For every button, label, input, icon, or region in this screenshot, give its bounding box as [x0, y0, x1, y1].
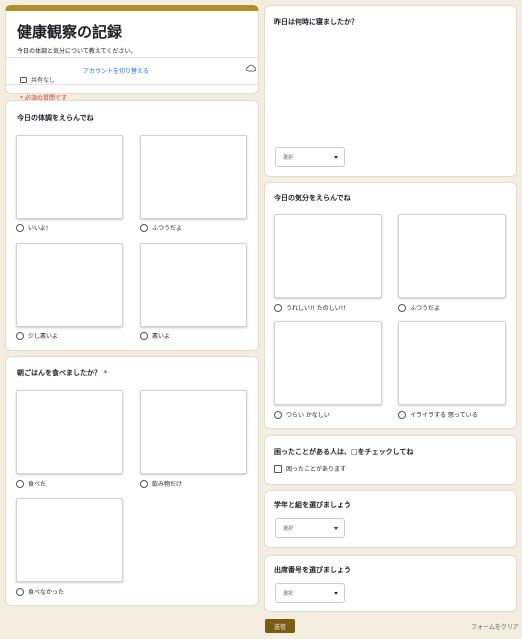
question-label: 昨日は何時に寝ましたか？ [274, 18, 358, 26]
radio-button[interactable] [398, 303, 406, 312]
option-label: 飲み物だけ [152, 481, 183, 488]
question-label: 今日の気分をえらんでね [274, 194, 351, 202]
option-image-sad[interactable] [274, 321, 382, 405]
question-label: 学年と組を選びましょう [274, 501, 351, 509]
question-label: 朝ごはんを食べましたか？ * [17, 368, 107, 378]
radio-button[interactable] [16, 587, 24, 596]
question-label: 困ったことがある人は、□をチェックしてね [274, 448, 414, 456]
radio-button[interactable] [16, 479, 24, 488]
option-image-normal[interactable] [140, 135, 247, 219]
option-label: 食べなかった [28, 589, 65, 596]
grade-select[interactable]: 選択 [275, 518, 345, 538]
radio-button[interactable] [398, 410, 406, 419]
option-bad[interactable]: 悪いよ [140, 331, 170, 340]
switch-account-link[interactable]: アカウントを切り替える [83, 66, 149, 75]
question-label: 出席番号を選びましょう [274, 566, 351, 574]
chevron-down-icon [334, 591, 338, 595]
not-shared-label: 共有なし [31, 77, 56, 84]
option-image-drink-only[interactable] [140, 390, 247, 474]
option-sad[interactable]: つらい かなしい [274, 410, 330, 419]
option-normal[interactable]: ふつうだよ [140, 223, 182, 232]
question-trouble: 困ったことがある人は、□をチェックしてね 困ったことがあります [264, 435, 517, 485]
radio-button[interactable] [140, 479, 148, 488]
option-image-slightly-bad[interactable] [16, 243, 123, 327]
question-mood: 今日の気分をえらんでね うれしい!! たのしい!! ふつうだよ つらい かなしい… [264, 182, 517, 429]
option-image-angry[interactable] [398, 321, 506, 405]
option-angry[interactable]: イライラする 怒っている [398, 410, 478, 419]
radio-button[interactable] [274, 410, 282, 419]
option-label: 困ったことがあります [286, 466, 347, 473]
question-label-text: 朝ごはんを食べましたか？ [17, 369, 101, 377]
clear-form-link[interactable]: フォームをクリア [471, 622, 519, 631]
form-title: 健康観察の記録 [17, 23, 123, 41]
question-bedtime: 昨日は何時に寝ましたか？ 選択 [264, 5, 517, 177]
select-value: 選択 [283, 154, 294, 161]
cloud-icon [246, 64, 256, 72]
option-happy[interactable]: うれしい!! たのしい!! [274, 303, 346, 312]
option-ate[interactable]: 食べた [16, 479, 46, 488]
form-description: 今日の体調と気分について教えてください。 [17, 48, 137, 55]
option-label: 食べた [28, 481, 47, 488]
question-condition: 今日の体調をえらんでね いいよ! ふつうだよ 少し悪いよ 悪いよ [5, 100, 259, 351]
option-did-not-eat[interactable]: 食べなかった [16, 587, 64, 596]
number-select[interactable]: 選択 [275, 583, 345, 603]
option-good[interactable]: いいよ! [16, 223, 48, 232]
question-number: 出席番号を選びましょう 選択 [264, 555, 517, 612]
option-normal[interactable]: ふつうだよ [398, 303, 440, 312]
chevron-down-icon [334, 155, 338, 159]
option-image-did-not-eat[interactable] [16, 498, 123, 582]
option-image-ate[interactable] [16, 390, 123, 474]
option-label: イライラする 怒っている [410, 412, 478, 419]
option-has-trouble[interactable]: 困ったことがあります [274, 464, 346, 473]
option-image-normal[interactable] [398, 214, 506, 298]
question-label: 今日の体調をえらんでね [17, 114, 94, 122]
question-breakfast: 朝ごはんを食べましたか？ * 食べた 飲み物だけ 食べなかった [5, 356, 259, 606]
select-value: 選択 [283, 525, 294, 532]
not-shared-icon [20, 76, 27, 83]
radio-button[interactable] [16, 223, 24, 232]
bedtime-select[interactable]: 選択 [275, 147, 345, 167]
option-label: いいよ! [28, 225, 49, 232]
share-status: 共有なし [20, 75, 55, 84]
option-drink-only[interactable]: 飲み物だけ [140, 479, 182, 488]
divider [6, 84, 258, 85]
radio-button[interactable] [274, 303, 282, 312]
option-image-good[interactable] [16, 135, 123, 219]
option-label: うれしい!! たのしい!! [286, 305, 346, 312]
radio-button[interactable] [16, 331, 24, 340]
divider [6, 57, 258, 58]
submit-button[interactable]: 送信 [265, 619, 295, 633]
required-mark: * [103, 369, 108, 377]
chevron-down-icon [334, 526, 338, 530]
question-grade: 学年と組を選びましょう 選択 [264, 490, 517, 548]
option-label: 悪いよ [152, 333, 170, 340]
option-label: ふつうだよ [152, 225, 183, 232]
radio-button[interactable] [140, 331, 148, 340]
option-label: つらい かなしい [286, 412, 330, 419]
option-slightly-bad[interactable]: 少し悪いよ [16, 331, 58, 340]
radio-button[interactable] [140, 223, 148, 232]
option-label: ふつうだよ [410, 305, 441, 312]
form-header-card: 健康観察の記録 今日の体調と気分について教えてください。 アカウントを切り替える… [5, 5, 259, 102]
option-image-happy[interactable] [274, 214, 382, 298]
option-image-bad[interactable] [140, 243, 247, 327]
option-label: 少し悪いよ [28, 333, 58, 340]
select-value: 選択 [283, 590, 294, 597]
checkbox[interactable] [274, 464, 282, 473]
